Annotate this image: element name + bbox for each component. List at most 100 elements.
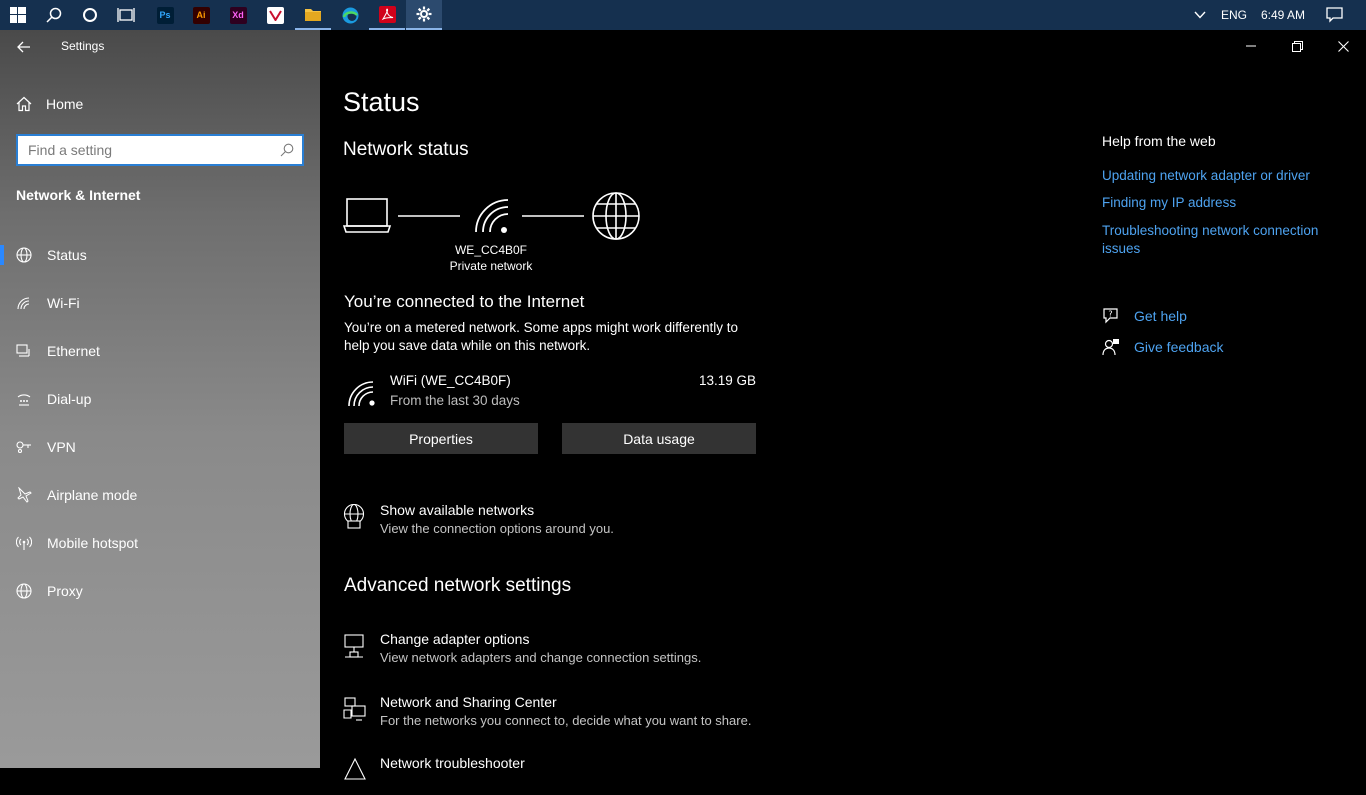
cortana-icon <box>83 8 97 22</box>
help-link-ip-address[interactable]: Finding my IP address <box>1102 194 1342 212</box>
network-name: WE_CC4B0F <box>454 243 528 257</box>
globe-network-icon <box>343 504 365 529</box>
sidebar-item-label: VPN <box>47 439 76 455</box>
sidebar-item-label: Airplane mode <box>47 487 138 503</box>
network-type: Private network <box>449 259 533 273</box>
link-title: Network and Sharing Center <box>380 694 557 710</box>
change-adapter-options-link[interactable]: Change adapter options View network adap… <box>343 631 943 671</box>
link-title: Change adapter options <box>380 631 530 647</box>
xd-taskbar-button[interactable]: Xd <box>220 0 256 30</box>
vivaldi-icon <box>266 6 284 24</box>
svg-text:?: ? <box>1108 310 1112 319</box>
minimize-icon <box>1246 45 1256 47</box>
network-sharing-center-link[interactable]: Network and Sharing Center For the netwo… <box>343 694 943 734</box>
globe-icon <box>15 583 33 599</box>
file-explorer-taskbar-button[interactable] <box>295 0 331 30</box>
task-view-button[interactable] <box>108 0 144 30</box>
link-subtitle: View network adapters and change connect… <box>380 650 702 665</box>
gear-icon <box>416 6 432 22</box>
sidebar-item-label: Proxy <box>47 583 83 599</box>
feedback-icon <box>1102 339 1119 356</box>
link-subtitle: View the connection options around you. <box>380 521 614 536</box>
xd-icon: Xd <box>229 6 247 24</box>
advanced-settings-heading: Advanced network settings <box>344 575 572 596</box>
sidebar-item-label: Wi-Fi <box>47 295 80 311</box>
data-usage-button[interactable]: Data usage <box>562 423 756 454</box>
sidebar-item-proxy[interactable]: Proxy <box>0 571 320 611</box>
close-icon <box>1337 40 1349 52</box>
sidebar-item-label: Status <box>47 247 87 263</box>
link-subtitle: For the networks you connect to, decide … <box>380 713 752 728</box>
properties-button[interactable]: Properties <box>344 423 538 454</box>
notification-icon <box>1325 7 1343 23</box>
ethernet-icon <box>15 344 33 358</box>
main-content: Status Network status WE_CC4B0F Private … <box>320 30 1366 780</box>
task-view-icon <box>117 8 135 22</box>
sidebar-item-vpn[interactable]: VPN <box>0 427 320 467</box>
sidebar-item-ethernet[interactable]: Ethernet <box>0 331 320 371</box>
link-title: Network troubleshooter <box>380 755 525 771</box>
show-available-networks-link[interactable]: Show available networks View the connect… <box>343 502 943 542</box>
taskbar-search-button[interactable] <box>36 0 72 30</box>
usage-period: From the last 30 days <box>390 393 520 408</box>
help-link-troubleshooting[interactable]: Troubleshooting network connection issue… <box>1102 222 1342 258</box>
taskbar: Ps Ai Xd ENG 6:49 AM <box>0 0 1366 30</box>
photoshop-icon: Ps <box>156 6 174 24</box>
illustrator-icon: Ai <box>192 6 210 24</box>
give-feedback-label: Give feedback <box>1134 339 1224 355</box>
home-icon <box>16 96 32 112</box>
sidebar-item-mobile-hotspot[interactable]: Mobile hotspot <box>0 523 320 563</box>
give-feedback-link[interactable]: Give feedback <box>1102 336 1224 358</box>
search-box[interactable] <box>16 134 304 166</box>
data-usage-amount: 13.19 GB <box>698 373 756 388</box>
connection-status-text: You’re connected to the Internet <box>344 292 585 311</box>
network-status-heading: Network status <box>343 139 469 160</box>
windows-logo-icon <box>10 7 26 23</box>
close-button[interactable] <box>1320 36 1366 56</box>
cortana-button[interactable] <box>72 0 108 30</box>
wifi-icon <box>475 199 509 233</box>
hotspot-icon <box>15 535 33 551</box>
restore-button[interactable] <box>1274 36 1320 56</box>
minimize-button[interactable] <box>1228 36 1274 56</box>
photoshop-taskbar-button[interactable]: Ps <box>147 0 183 30</box>
dialup-icon <box>15 392 33 406</box>
sidebar-item-status[interactable]: Status <box>0 235 320 275</box>
sidebar-item-label: Dial-up <box>47 391 92 407</box>
network-diagram <box>343 192 640 240</box>
wifi-icon <box>15 296 33 310</box>
edge-icon <box>342 7 358 23</box>
vivaldi-taskbar-button[interactable] <box>257 0 293 30</box>
wifi-icon <box>348 381 375 407</box>
start-button[interactable] <box>0 0 36 30</box>
acrobat-taskbar-button[interactable] <box>369 0 405 30</box>
home-nav-item[interactable]: Home <box>16 93 83 115</box>
edge-taskbar-button[interactable] <box>332 0 368 30</box>
settings-sidebar: Settings Home Network & Internet Status … <box>0 30 320 768</box>
metered-notice: You’re on a metered network. Some apps m… <box>344 320 738 353</box>
clock[interactable]: 6:49 AM <box>1261 0 1305 30</box>
settings-taskbar-button[interactable] <box>406 0 442 30</box>
action-center-button[interactable] <box>1316 0 1352 30</box>
airplane-icon <box>15 487 33 503</box>
tray-overflow-button[interactable] <box>1186 0 1214 30</box>
home-label: Home <box>46 96 84 112</box>
back-button[interactable] <box>12 38 36 56</box>
get-help-link[interactable]: ? Get help <box>1102 305 1187 327</box>
network-troubleshooter-link[interactable]: Network troubleshooter <box>343 755 943 795</box>
sidebar-item-airplane-mode[interactable]: Airplane mode <box>0 475 320 515</box>
help-heading: Help from the web <box>1102 133 1216 149</box>
laptop-icon <box>343 198 392 233</box>
sidebar-item-dialup[interactable]: Dial-up <box>0 379 320 419</box>
search-icon[interactable] <box>280 143 294 157</box>
sidebar-item-wifi[interactable]: Wi-Fi <box>0 283 320 323</box>
sidebar-item-label: Mobile hotspot <box>47 535 139 551</box>
chevron-down-icon <box>1194 11 1206 19</box>
sharing-center-icon <box>343 697 366 721</box>
language-indicator[interactable]: ENG <box>1221 0 1247 30</box>
search-input[interactable] <box>18 136 268 164</box>
help-link-adapter-driver[interactable]: Updating network adapter or driver <box>1102 167 1342 185</box>
restore-icon <box>1291 40 1303 52</box>
illustrator-taskbar-button[interactable]: Ai <box>183 0 219 30</box>
adapter-icon <box>344 634 364 658</box>
